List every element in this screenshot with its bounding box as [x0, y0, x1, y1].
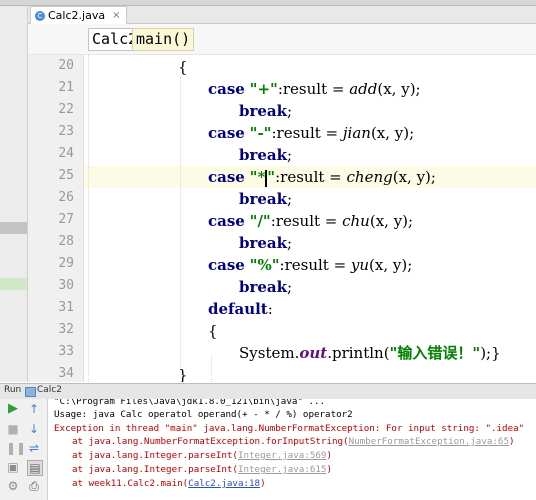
- indent-guide: [211, 355, 212, 382]
- line-number: 20: [58, 58, 74, 73]
- strip-marker: [0, 278, 27, 290]
- code-line-20: {: [178, 58, 188, 76]
- dump-threads-icon[interactable]: ▣: [6, 460, 20, 474]
- code-line-33: System.out.println("输入错误！");}: [239, 344, 501, 362]
- line-number: 33: [58, 344, 74, 359]
- line-number: 23: [58, 124, 74, 139]
- settings-icon[interactable]: ⚙: [6, 479, 20, 493]
- line-number: 34: [58, 366, 74, 381]
- code-line-29: case "%":result = yu(x, y);: [208, 256, 413, 274]
- line-number: 31: [58, 300, 74, 315]
- code-line-30: break;: [239, 278, 293, 296]
- code-line-28: break;: [239, 234, 293, 252]
- code-line-34: }: [178, 366, 188, 382]
- run-label[interactable]: Run: [4, 385, 21, 395]
- breadcrumb-method[interactable]: main(): [132, 28, 195, 51]
- line-number: 22: [58, 102, 74, 117]
- editor-left-toolstrip: [0, 6, 28, 382]
- line-number: 29: [58, 256, 74, 271]
- tab-calc2-java[interactable]: C Calc2.java ×: [30, 6, 128, 24]
- run-tool-window-header: Run Calc2: [0, 383, 536, 400]
- stop-icon[interactable]: ■: [6, 422, 20, 436]
- stacktrace-link[interactable]: NumberFormatException.java:65: [349, 436, 509, 447]
- console-output[interactable]: "C:\Program Files\Java\jdk1.8.0_121\bin\…: [48, 399, 536, 500]
- rerun-icon[interactable]: ▶: [6, 402, 20, 416]
- code-line-31: default:: [208, 300, 273, 318]
- stacktrace-line: at week11.Calc2.main(Calc2.java:18): [72, 478, 266, 489]
- editor-tab-bar: C Calc2.java ×: [28, 6, 536, 24]
- java-class-icon: C: [35, 10, 45, 21]
- line-number: 24: [58, 146, 74, 161]
- line-number: 26: [58, 190, 74, 205]
- code-line-26: break;: [239, 190, 293, 208]
- console-exception-line: Exception in thread "main" java.lang.Num…: [54, 423, 525, 434]
- line-number: 21: [58, 80, 74, 95]
- code-line-27: case "/":result = chu(x, y);: [208, 212, 414, 230]
- code-line-25: case "* ":result = cheng(x, y);: [208, 168, 436, 187]
- breadcrumb: Calc2 main(): [28, 24, 536, 55]
- run-config-icon: [25, 387, 36, 397]
- stacktrace-line: at java.lang.Integer.parseInt(Integer.ja…: [72, 450, 333, 461]
- indent-guide: [180, 77, 181, 367]
- close-icon[interactable]: ×: [112, 10, 120, 21]
- text-caret: [265, 169, 268, 187]
- print-icon[interactable]: ⎙: [27, 479, 41, 493]
- stacktrace-link[interactable]: Integer.java:615: [238, 464, 327, 475]
- code-line-24: break;: [239, 146, 293, 164]
- line-number: 28: [58, 234, 74, 249]
- stacktrace-link[interactable]: Integer.java:569: [238, 450, 327, 461]
- line-number-gutter: 20 21 22 23 24 25 26 27 28 29 30 31 32 3…: [28, 55, 84, 382]
- scroll-up-icon[interactable]: ↑: [27, 402, 41, 416]
- run-config-tab[interactable]: Calc2: [37, 385, 62, 395]
- soft-wrap-icon[interactable]: ⇌: [27, 441, 41, 455]
- scroll-to-end-icon[interactable]: ▤: [27, 460, 43, 476]
- run-toolbar: ▶ ↑ ■ ↓ ❚❚ ⇌ ▣ ▤ ⚙ ⎙: [0, 399, 48, 500]
- strip-marker: [0, 222, 27, 234]
- stacktrace-line: at java.lang.Integer.parseInt(Integer.ja…: [72, 464, 333, 475]
- code-line-32: {: [208, 322, 218, 340]
- line-number: 27: [58, 212, 74, 227]
- line-number: 32: [58, 322, 74, 337]
- code-line-22: break;: [239, 102, 293, 120]
- console-usage-line: Usage: java Calc operatol operand(+ - * …: [54, 409, 353, 420]
- line-number: 30: [58, 278, 74, 293]
- code-line-23: case "-":result = jian(x, y);: [208, 124, 415, 142]
- code-editor[interactable]: { case "+":result = add(x, y); break; ca…: [84, 55, 536, 382]
- pause-icon[interactable]: ❚❚: [6, 441, 26, 455]
- tab-label: Calc2.java: [48, 9, 106, 22]
- stacktrace-line: at java.lang.NumberFormatException.forIn…: [72, 436, 515, 447]
- code-line-21: case "+":result = add(x, y);: [208, 80, 421, 98]
- scroll-down-icon[interactable]: ↓: [27, 422, 41, 436]
- indent-guide: [88, 55, 89, 382]
- stacktrace-link[interactable]: Calc2.java:18: [188, 478, 260, 489]
- line-number: 25: [58, 168, 74, 183]
